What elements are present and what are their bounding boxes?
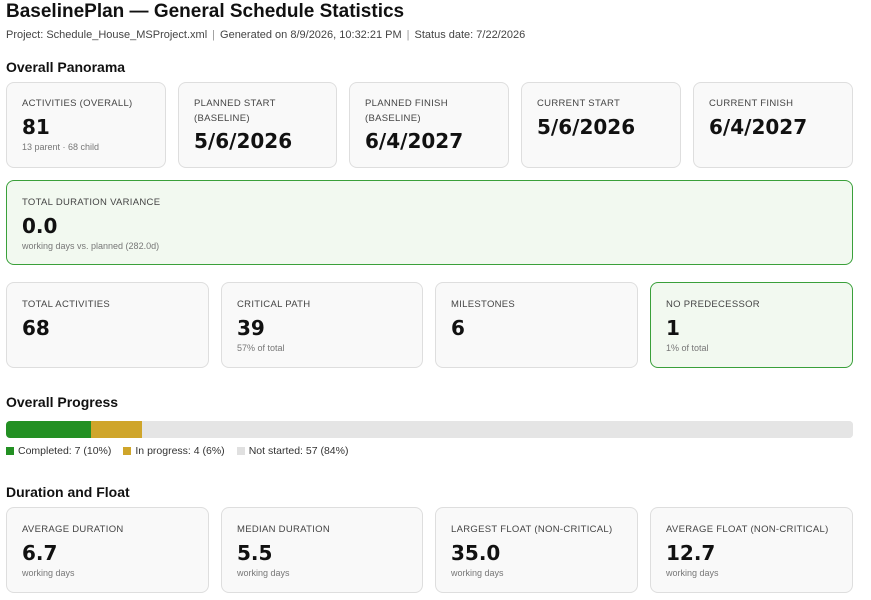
card-value: 39: [237, 316, 265, 340]
card-value: 6: [451, 316, 465, 340]
card-label: AVERAGE FLOAT (NON-CRITICAL): [666, 524, 829, 535]
progress-segment-in-progress: [90, 421, 142, 438]
legend-label: Not started: 57 (84%): [248, 445, 349, 457]
section-title-overall-panorama: Overall Panorama: [6, 59, 126, 75]
card-label: AVERAGE DURATION: [22, 524, 124, 535]
card-subtext: working days: [22, 568, 75, 578]
card-largest-float: LARGEST FLOAT (NON-CRITICAL) 35.0 workin…: [435, 507, 638, 593]
card-value: 81: [22, 115, 50, 139]
card-value: 0.0: [22, 214, 58, 238]
generated-timestamp: Generated on 8/9/2026, 10:32:21 PM: [220, 29, 402, 41]
card-subtext: working days vs. planned (282.0d): [22, 241, 160, 251]
card-subtext: 57% of total: [237, 343, 285, 353]
legend-item-not-started: Not started: 57 (84%): [236, 445, 349, 457]
card-label: TOTAL ACTIVITIES: [22, 299, 111, 310]
card-value: 68: [22, 316, 50, 340]
section-title-overall-progress: Overall Progress: [6, 394, 119, 410]
card-value: 1: [666, 316, 680, 340]
card-value: 35.0: [451, 541, 501, 565]
card-label: NO PREDECESSOR: [666, 299, 760, 310]
meta-separator: |: [212, 29, 216, 41]
card-total-activities: TOTAL ACTIVITIES 68: [6, 282, 209, 368]
card-value: 5/6/2026: [194, 129, 293, 153]
card-value: 6.7: [22, 541, 58, 565]
card-average-duration: AVERAGE DURATION 6.7 working days: [6, 507, 209, 593]
card-current-start: CURRENT START 5/6/2026: [521, 82, 681, 168]
card-milestones: MILESTONES 6: [435, 282, 638, 368]
legend-label: Completed: 7 (10%): [18, 445, 112, 457]
progress-segment-completed: [6, 421, 91, 438]
card-label: LARGEST FLOAT (NON-CRITICAL): [451, 524, 613, 535]
legend-swatch-not-started: [236, 447, 245, 455]
card-planned-finish: PLANNED FINISH (BASELINE) 6/4/2027: [349, 82, 509, 168]
status-date: Status date: 7/22/2026: [414, 29, 526, 41]
legend-label: In progress: 4 (6%): [135, 445, 225, 457]
card-label: TOTAL DURATION VARIANCE: [22, 197, 161, 208]
card-subtext: working days: [666, 568, 719, 578]
card-label: PLANNED FINISH (BASELINE): [365, 98, 448, 124]
page-title: BaselinePlan — General Schedule Statisti…: [6, 1, 405, 22]
card-activities-overall: ACTIVITIES (OVERALL) 81 13 parent · 68 c…: [6, 82, 166, 168]
legend-item-in-progress: In progress: 4 (6%): [123, 445, 225, 457]
card-subtext: 1% of total: [666, 343, 709, 353]
progress-legend: Completed: 7 (10%) In progress: 4 (6%) N…: [6, 445, 348, 457]
card-label: PLANNED START (BASELINE): [194, 98, 276, 124]
card-median-duration: MEDIAN DURATION 5.5 working days: [221, 507, 423, 593]
progress-bar: [6, 421, 853, 438]
meta-separator: |: [406, 29, 410, 41]
card-total-duration-variance: TOTAL DURATION VARIANCE 0.0 working days…: [6, 180, 853, 265]
card-label: CURRENT START: [537, 98, 621, 109]
card-label: MILESTONES: [451, 299, 516, 310]
card-label: CRITICAL PATH: [237, 299, 311, 310]
card-average-float: AVERAGE FLOAT (NON-CRITICAL) 12.7 workin…: [650, 507, 853, 593]
legend-item-completed: Completed: 7 (10%): [6, 445, 111, 457]
card-value: 12.7: [666, 541, 716, 565]
legend-swatch-completed: [6, 447, 14, 455]
card-no-predecessor: NO PREDECESSOR 1 1% of total: [650, 282, 853, 368]
project-name: Project: Schedule_House_MSProject.xml: [6, 29, 208, 41]
card-critical-path: CRITICAL PATH 39 57% of total: [221, 282, 423, 368]
card-value: 5/6/2026: [537, 115, 636, 139]
card-value: 6/4/2027: [365, 129, 464, 153]
card-subtext: working days: [237, 568, 290, 578]
card-label: MEDIAN DURATION: [237, 524, 330, 535]
card-subtext: working days: [451, 568, 504, 578]
section-title-duration-float: Duration and Float: [6, 484, 130, 500]
card-value: 6/4/2027: [709, 115, 808, 139]
card-subtext: 13 parent · 68 child: [22, 142, 100, 152]
report-meta: Project: Schedule_House_MSProject.xml | Ge…: [6, 29, 525, 41]
card-label: CURRENT FINISH: [709, 98, 794, 109]
legend-swatch-in-progress: [123, 447, 132, 455]
card-planned-start: PLANNED START (BASELINE) 5/6/2026: [178, 82, 337, 168]
card-label: ACTIVITIES (OVERALL): [22, 98, 133, 109]
card-current-finish: CURRENT FINISH 6/4/2027: [693, 82, 853, 168]
progress-segment-not-started: [141, 421, 853, 438]
card-value: 5.5: [237, 541, 273, 565]
